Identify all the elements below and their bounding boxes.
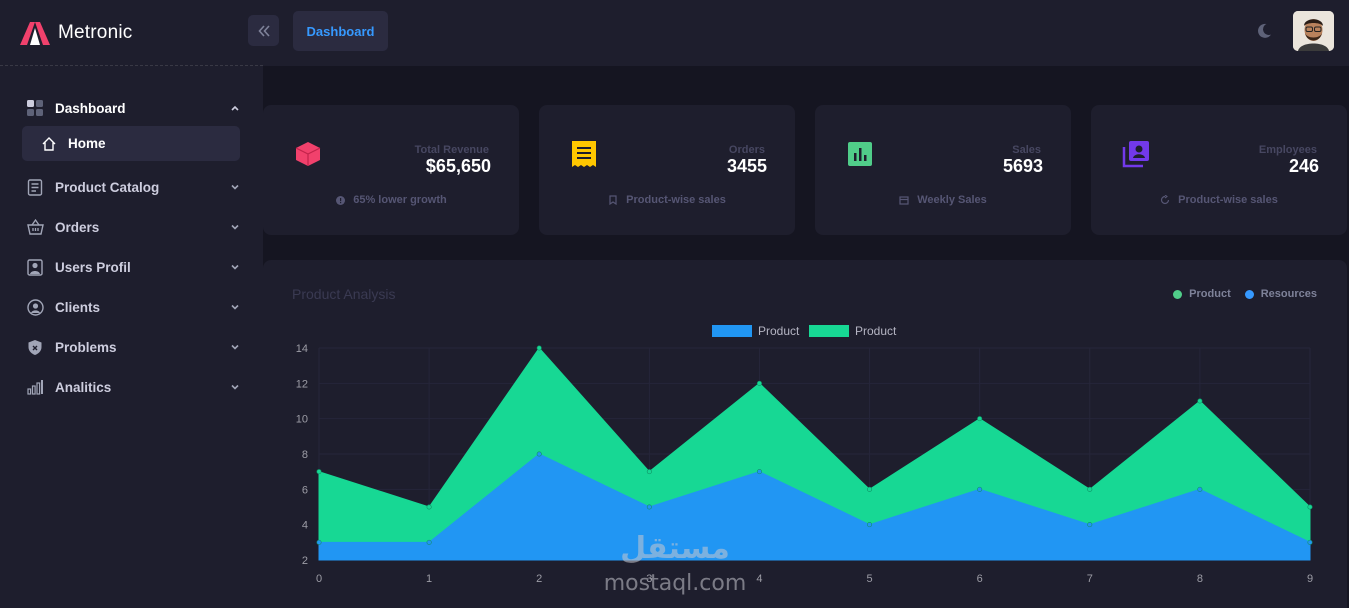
chart-legend-swatch — [712, 325, 752, 337]
y-tick-label: 2 — [302, 555, 308, 567]
data-point — [1197, 486, 1203, 492]
data-point — [316, 469, 322, 475]
data-point — [756, 380, 762, 386]
x-tick-label: 2 — [536, 573, 542, 585]
product-analysis-chart: 24681012140 1 2 3 4 5 6 7 8 9Product Product — [296, 324, 1313, 585]
x-tick-label: 6 — [977, 573, 983, 585]
chart-legend-label: Product — [758, 324, 800, 338]
data-point — [536, 345, 542, 351]
data-point — [1197, 398, 1203, 404]
y-tick-label: 4 — [302, 520, 308, 532]
data-point — [977, 416, 983, 422]
watermark-arabic: مستقل — [620, 531, 730, 566]
chart-legend-label: Product — [855, 324, 897, 338]
y-tick-label: 6 — [302, 484, 308, 496]
data-point — [426, 539, 432, 545]
chart-legend-swatch — [809, 325, 849, 337]
data-point — [756, 469, 762, 475]
y-tick-label: 14 — [296, 343, 308, 355]
data-point — [977, 486, 983, 492]
data-point — [1307, 539, 1313, 545]
x-tick-label: 7 — [1087, 573, 1093, 585]
data-point — [1087, 486, 1093, 492]
data-point — [867, 522, 873, 528]
data-point — [646, 469, 652, 475]
data-point — [426, 504, 432, 510]
data-point — [867, 486, 873, 492]
data-point — [536, 451, 542, 457]
data-point — [316, 539, 322, 545]
y-tick-label: 10 — [296, 414, 308, 426]
x-tick-label: 1 — [426, 573, 432, 585]
y-tick-label: 8 — [302, 449, 308, 461]
watermark-latin: mostaql.com — [604, 571, 747, 596]
x-tick-label: 8 — [1197, 573, 1203, 585]
data-point — [1087, 522, 1093, 528]
x-tick-label: 9 — [1307, 573, 1313, 585]
data-point — [646, 504, 652, 510]
x-tick-label: 0 — [316, 573, 322, 585]
y-tick-label: 12 — [296, 378, 308, 390]
mostaql-watermark: مستقل mostaql.com — [604, 531, 747, 596]
x-tick-label: 5 — [866, 573, 872, 585]
data-point — [1307, 504, 1313, 510]
